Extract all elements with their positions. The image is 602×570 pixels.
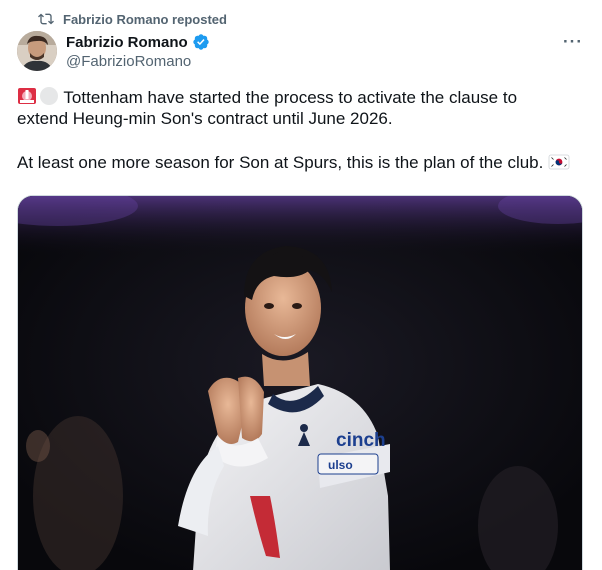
tweet-line-3-text: At least one more season for Son at Spur… [17,153,544,172]
tweet-line-3: At least one more season for Son at Spur… [17,152,589,174]
author-name[interactable]: Fabrizio Romano [66,34,188,51]
more-options-button[interactable]: ··· [558,30,588,54]
avatar[interactable] [17,31,57,71]
more-horizontal-icon: ··· [563,32,583,51]
shirt-sponsor: cinch [336,430,386,451]
tweet-card[interactable]: Fabrizio Romano reposted Fabrizio Romano… [0,0,602,570]
tweet-photo[interactable]: cinch ulso [17,195,583,570]
south-korea-flag-emoji [548,153,570,177]
verified-badge-icon [192,33,210,51]
author-handle[interactable]: @FabrizioRomano [66,53,191,70]
tweet-line-1: Tottenham have started the process to ac… [17,86,589,108]
repost-indicator[interactable]: Fabrizio Romano reposted [38,10,227,28]
tweet-line-2: extend Heung-min Son's contract until Ju… [17,109,393,128]
repost-icon [38,11,54,27]
captain-armband-text: ulso [328,458,353,472]
tweet-text: Tottenham have started the process to ac… [17,86,589,174]
tweet-line-1-text: Tottenham have started the process to ac… [63,88,518,107]
repost-label: Fabrizio Romano reposted [63,11,227,27]
